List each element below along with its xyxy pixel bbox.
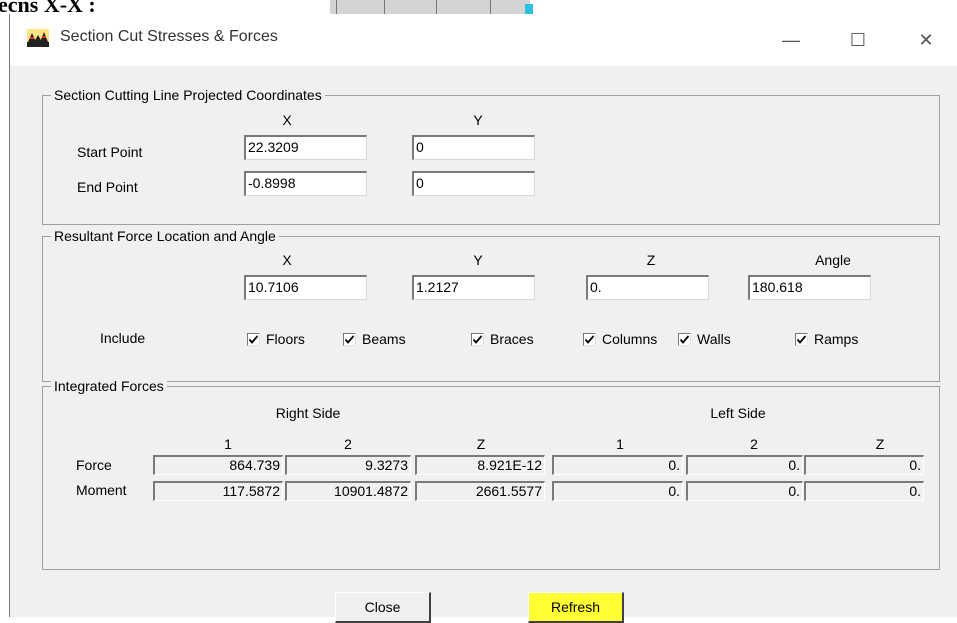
include-columns-checkbox[interactable]: Columns bbox=[583, 330, 657, 348]
minimize-button[interactable]: — bbox=[768, 20, 814, 60]
include-label: Include bbox=[100, 330, 146, 346]
resultant-x-input[interactable]: 10.7106 bbox=[244, 275, 367, 300]
checkmark-icon bbox=[344, 334, 355, 344]
force-right-2-value: 9.3273 bbox=[285, 455, 411, 475]
resultant-group: Resultant Force Location and Angle X Y Z… bbox=[42, 228, 940, 382]
checkbox-box[interactable] bbox=[583, 332, 596, 346]
moment-right-2-value: 10901.4872 bbox=[285, 481, 411, 501]
left-col-z-header: Z bbox=[875, 436, 885, 452]
refresh-button[interactable]: Refresh bbox=[528, 592, 624, 623]
window-title: Section Cut Stresses & Forces bbox=[60, 28, 278, 45]
include-beams-checkbox[interactable]: Beams bbox=[343, 330, 406, 348]
include-walls-checkbox[interactable]: Walls bbox=[678, 330, 731, 348]
resultant-angle-header: Angle bbox=[815, 252, 851, 268]
include-ramps-label: Ramps bbox=[814, 331, 859, 347]
force-right-1-value: 864.739 bbox=[153, 455, 283, 475]
checkbox-box[interactable] bbox=[471, 332, 484, 346]
checkbox-box[interactable] bbox=[247, 332, 260, 346]
resultant-legend: Resultant Force Location and Angle bbox=[51, 228, 279, 244]
cutting-line-group: Section Cutting Line Projected Coordinat… bbox=[42, 87, 940, 225]
integrated-forces-legend: Integrated Forces bbox=[51, 378, 167, 394]
title-bar[interactable]: Section Cut Stresses & Forces — ☐ ✕ bbox=[10, 14, 957, 66]
close-window-button[interactable]: ✕ bbox=[903, 20, 949, 60]
force-left-z-value: 0. bbox=[804, 455, 924, 475]
section-cut-dialog: Section Cut Stresses & Forces — ☐ ✕ Sect… bbox=[9, 14, 957, 623]
resultant-z-input[interactable]: 0. bbox=[586, 275, 709, 300]
close-icon: ✕ bbox=[918, 29, 934, 50]
left-col-2-header: 2 bbox=[750, 436, 758, 452]
start-point-label: Start Point bbox=[77, 144, 143, 160]
force-left-2-value: 0. bbox=[686, 455, 803, 475]
end-point-y-input[interactable]: 0 bbox=[412, 171, 535, 196]
checkmark-icon bbox=[248, 334, 259, 344]
background-icon bbox=[525, 4, 533, 14]
checkbox-box[interactable] bbox=[678, 332, 691, 346]
include-floors-label: Floors bbox=[266, 331, 305, 347]
checkmark-icon bbox=[796, 334, 807, 344]
moment-right-z-value: 2661.5577 bbox=[415, 481, 545, 501]
y-column-header: Y bbox=[473, 112, 483, 128]
right-col-z-header: Z bbox=[476, 436, 486, 452]
resultant-angle-input[interactable]: 180.618 bbox=[748, 275, 871, 300]
moment-left-2-value: 0. bbox=[686, 481, 803, 501]
resultant-z-header: Z bbox=[646, 252, 656, 268]
include-braces-label: Braces bbox=[490, 331, 534, 347]
end-point-x-input[interactable]: -0.8998 bbox=[244, 171, 367, 196]
end-point-label: End Point bbox=[77, 179, 138, 195]
force-left-1-value: 0. bbox=[552, 455, 683, 475]
force-right-z-value: 8.921E-12 bbox=[415, 455, 545, 475]
start-point-x-input[interactable]: 22.3209 bbox=[244, 135, 367, 160]
checkmark-icon bbox=[472, 334, 483, 344]
minimize-icon: — bbox=[782, 29, 800, 50]
background-toolbar-strip bbox=[330, 0, 530, 14]
include-beams-label: Beams bbox=[362, 331, 406, 347]
maximize-button[interactable]: ☐ bbox=[835, 20, 881, 60]
resultant-y-input[interactable]: 1.2127 bbox=[412, 275, 535, 300]
right-col-2-header: 2 bbox=[344, 436, 352, 452]
app-mountain-icon bbox=[27, 29, 49, 47]
background-divider bbox=[490, 0, 491, 14]
maximize-icon: ☐ bbox=[849, 29, 867, 50]
checkmark-icon bbox=[584, 334, 595, 344]
include-floors-checkbox[interactable]: Floors bbox=[247, 330, 305, 348]
include-walls-label: Walls bbox=[697, 331, 731, 347]
left-side-label: Left Side bbox=[710, 405, 766, 421]
background-divider bbox=[336, 0, 337, 14]
resultant-y-header: Y bbox=[473, 252, 483, 268]
start-point-y-input[interactable]: 0 bbox=[412, 135, 535, 160]
moment-left-1-value: 0. bbox=[552, 481, 683, 501]
checkmark-icon bbox=[679, 334, 690, 344]
checkbox-box[interactable] bbox=[343, 332, 356, 346]
force-row-label: Force bbox=[76, 457, 112, 473]
background-divider bbox=[384, 0, 385, 14]
close-button[interactable]: Close bbox=[335, 592, 431, 623]
include-ramps-checkbox[interactable]: Ramps bbox=[795, 330, 858, 348]
x-column-header: X bbox=[282, 112, 292, 128]
right-side-label: Right Side bbox=[275, 405, 341, 421]
integrated-forces-group: Integrated Forces Right Side Left Side 1… bbox=[42, 378, 940, 570]
moment-right-1-value: 117.5872 bbox=[153, 481, 283, 501]
moment-left-z-value: 0. bbox=[804, 481, 924, 501]
background-divider bbox=[436, 0, 437, 14]
include-columns-label: Columns bbox=[602, 331, 658, 347]
moment-row-label: Moment bbox=[76, 482, 127, 498]
right-col-1-header: 1 bbox=[224, 436, 232, 452]
left-col-1-header: 1 bbox=[616, 436, 624, 452]
cutting-line-legend: Section Cutting Line Projected Coordinat… bbox=[51, 87, 325, 103]
checkbox-box[interactable] bbox=[795, 332, 808, 346]
include-braces-checkbox[interactable]: Braces bbox=[471, 330, 534, 348]
resultant-x-header: X bbox=[282, 252, 292, 268]
